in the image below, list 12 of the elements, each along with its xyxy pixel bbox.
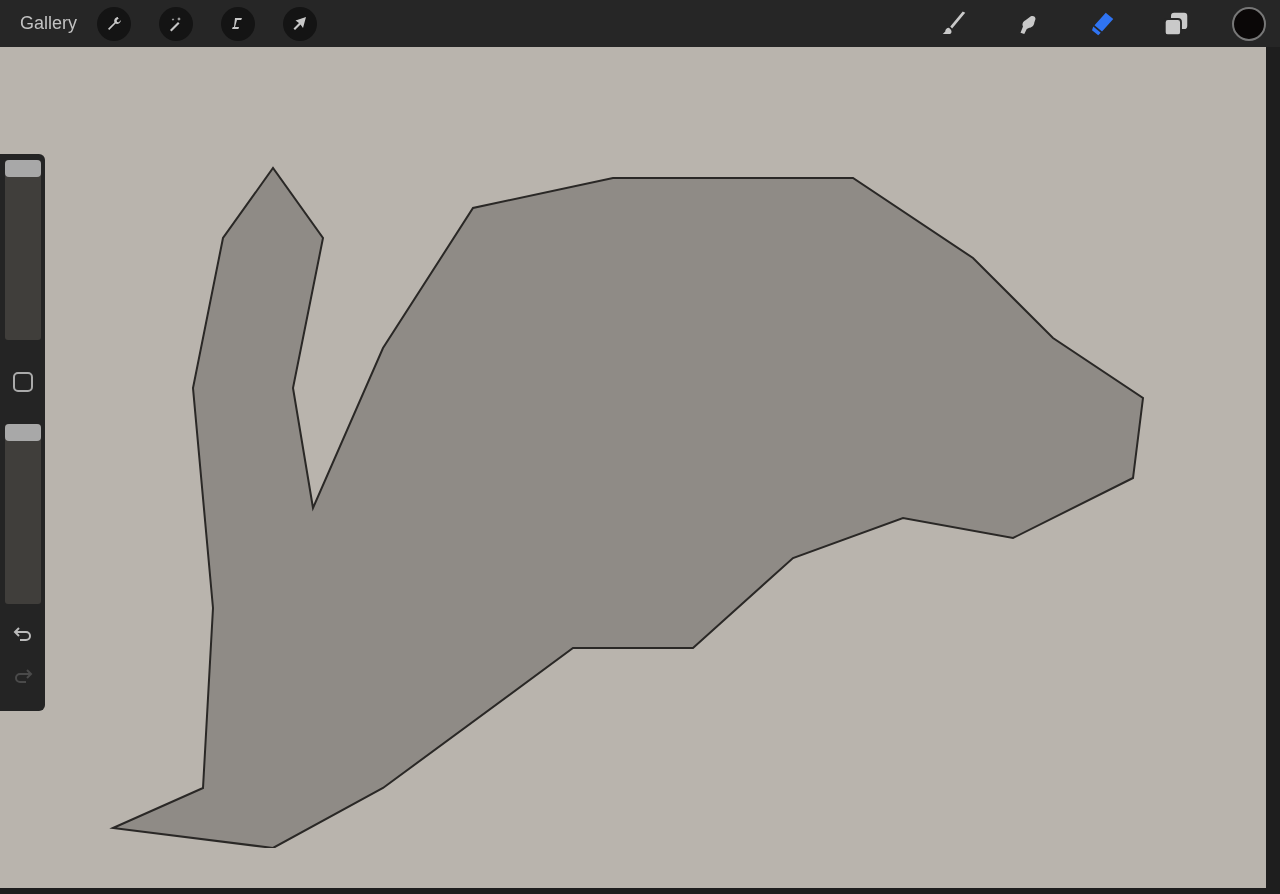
slider-track[interactable]: [4, 424, 41, 604]
color-swatch[interactable]: [1232, 6, 1266, 41]
wrench-button[interactable]: [97, 6, 131, 41]
wand-button[interactable]: [159, 6, 193, 41]
gallery-button[interactable]: Gallery: [20, 13, 77, 34]
selection-button[interactable]: [221, 6, 255, 41]
slider-thumb[interactable]: [4, 160, 41, 177]
modify-square-button[interactable]: [12, 372, 33, 392]
drawing-canvas[interactable]: [0, 47, 1266, 888]
slider-thumb[interactable]: [4, 424, 41, 441]
transform-button[interactable]: [283, 6, 317, 41]
slider-track[interactable]: [4, 160, 41, 340]
